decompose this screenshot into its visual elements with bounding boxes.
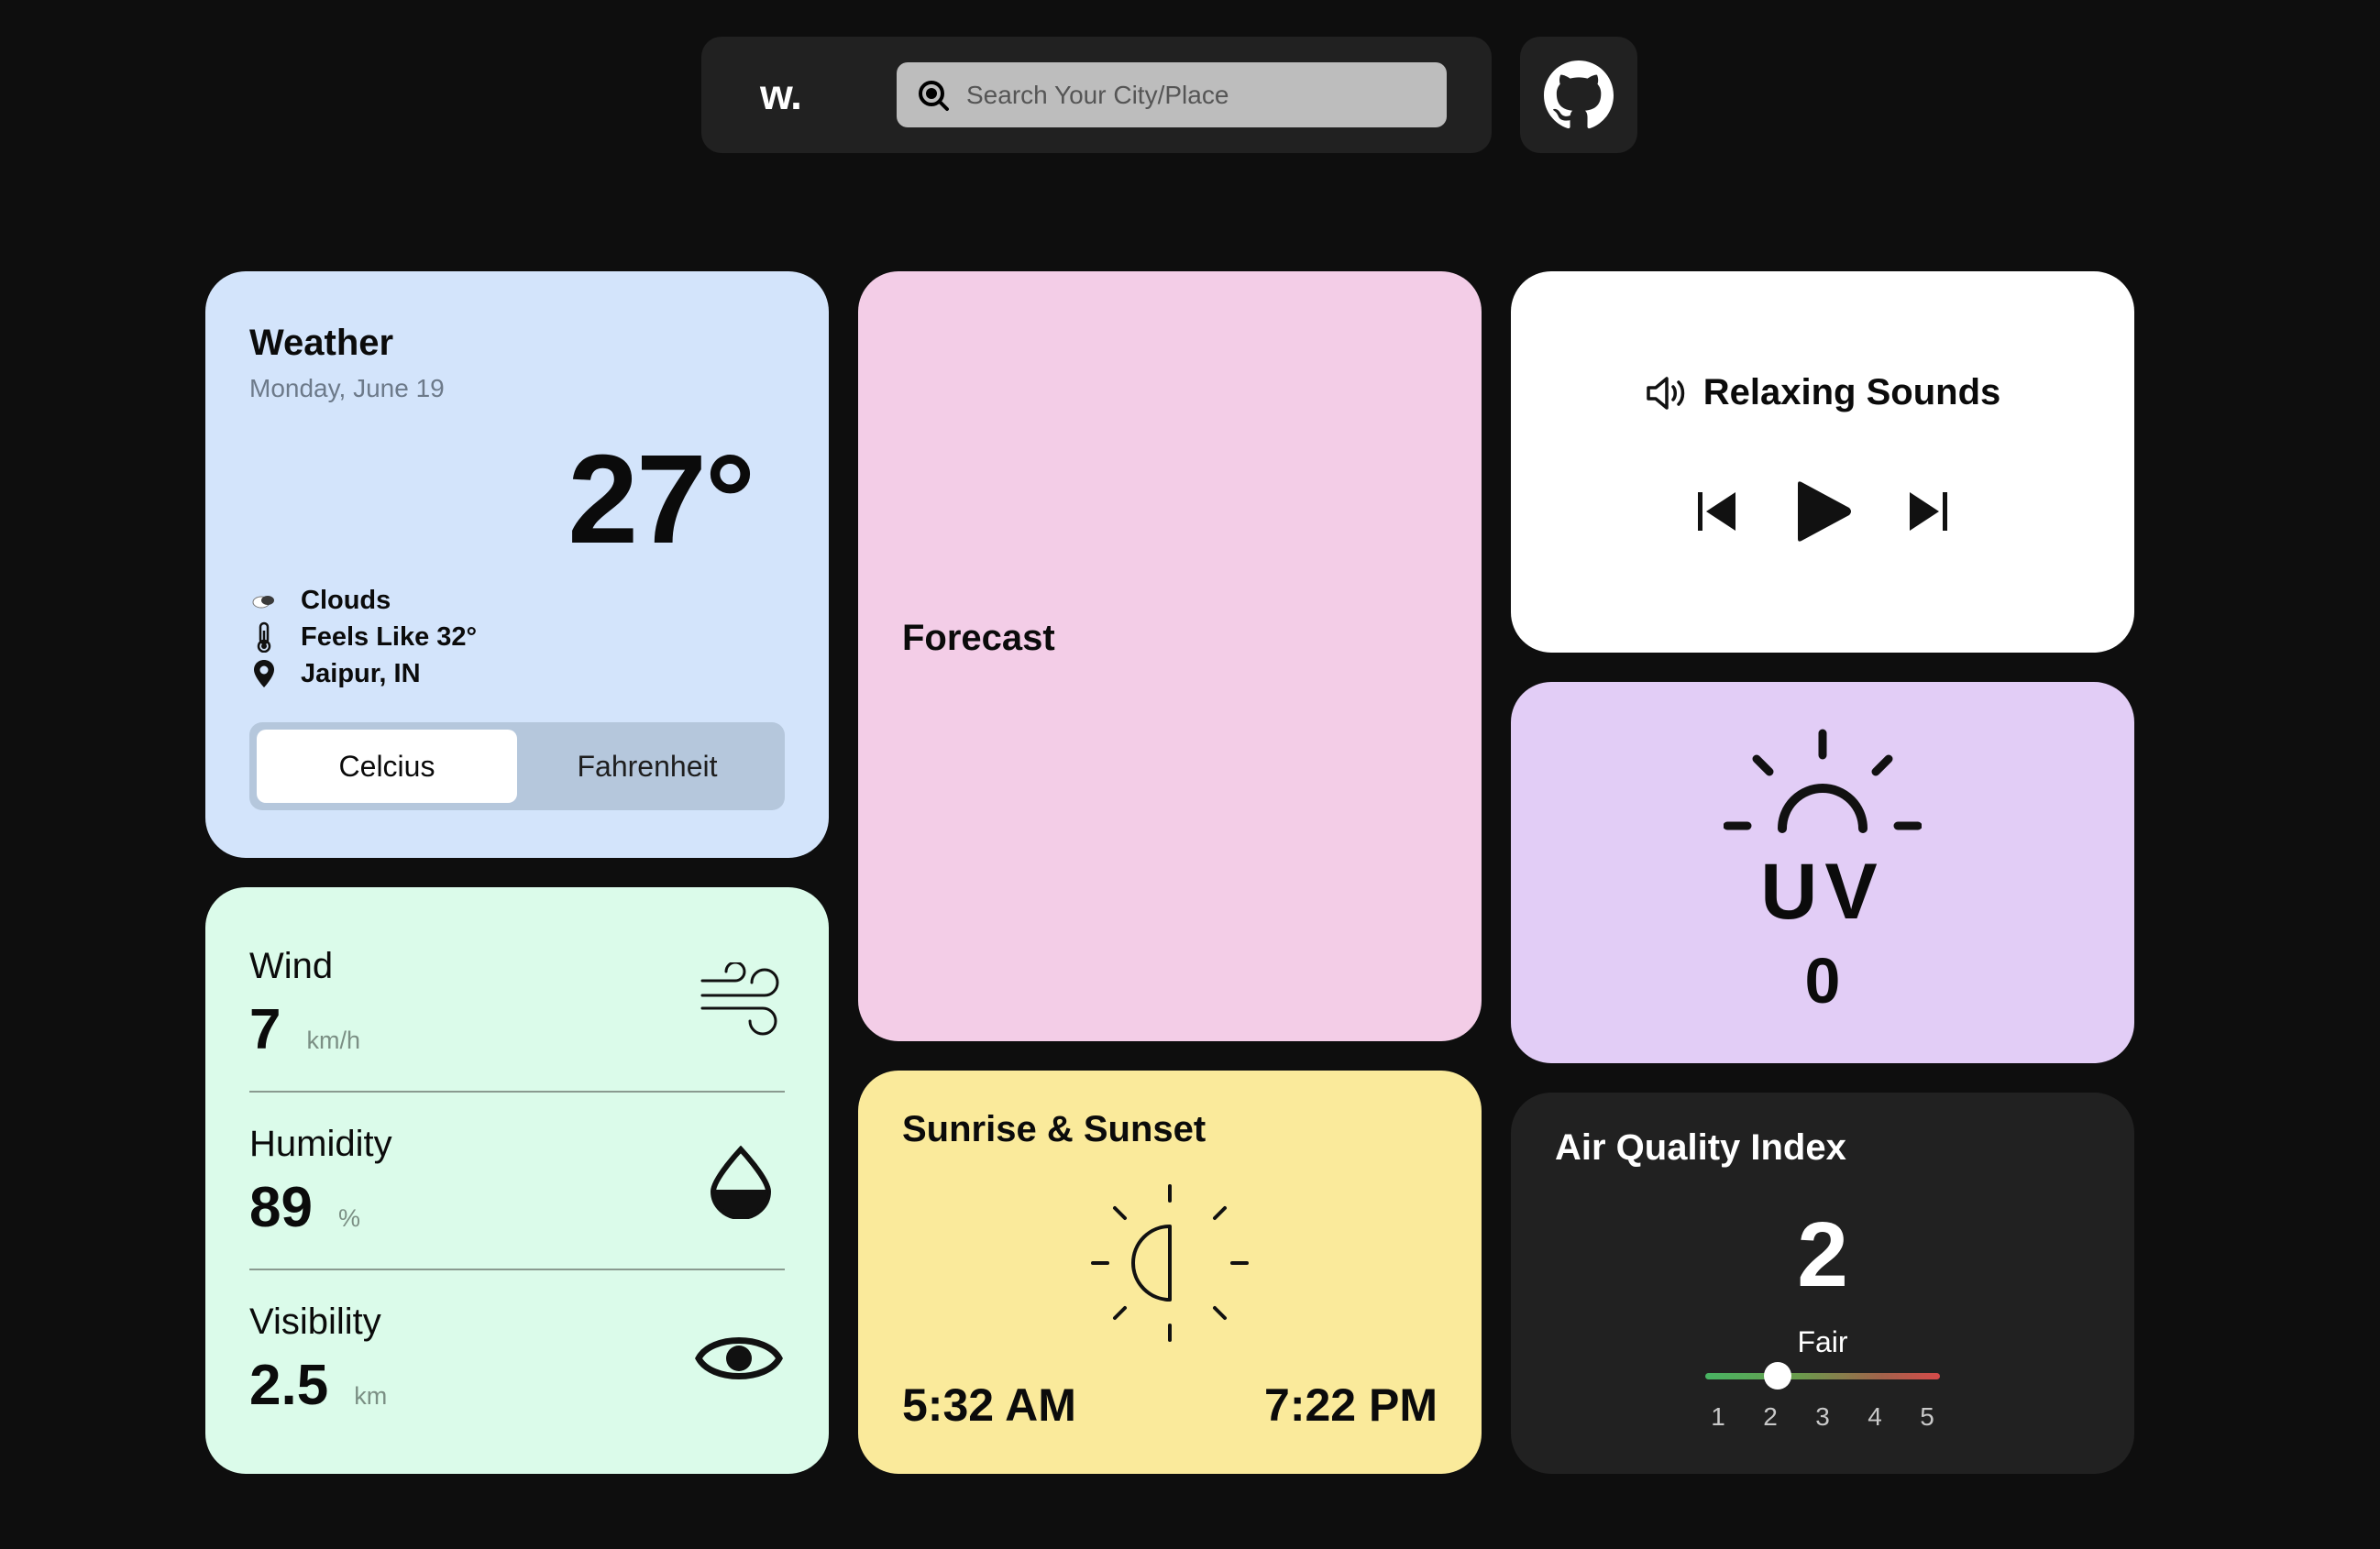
aqi-tick-label: 2	[1763, 1402, 1778, 1431]
play-icon	[1798, 481, 1851, 542]
humidity-value: 89	[249, 1176, 313, 1239]
app-logo[interactable]: w.	[760, 37, 802, 153]
top-bar: w.	[701, 37, 1492, 153]
skip-next-icon	[1910, 492, 1947, 531]
aqi-indicator	[1764, 1362, 1791, 1390]
aqi-card: Air Quality Index 2 Fair 1 2 3 4 5	[1511, 1093, 2134, 1474]
sounds-card: Relaxing Sounds	[1511, 271, 2134, 653]
sunrise-time: 5:32 AM	[902, 1379, 1076, 1431]
sunrise-uv-icon	[1724, 729, 1922, 833]
half-sun-icon	[1091, 1184, 1249, 1342]
wind-value: 7	[249, 998, 281, 1061]
forecast-card: Forecast	[858, 271, 1482, 1041]
location-row: Jaipur, IN	[249, 658, 421, 689]
celsius-option[interactable]: Celcius	[257, 730, 517, 803]
location-text: Jaipur, IN	[301, 658, 421, 688]
feels-like-row: Feels Like 32°	[249, 621, 477, 653]
sunset-time: 7:22 PM	[1264, 1379, 1438, 1431]
aqi-tick-label: 4	[1868, 1402, 1882, 1431]
stats-divider	[249, 1091, 785, 1093]
stats-divider	[249, 1269, 785, 1270]
humidity-unit: %	[337, 1204, 360, 1232]
search-icon	[919, 80, 949, 111]
visibility-unit: km	[354, 1382, 388, 1410]
visibility-value: 2.5	[249, 1354, 329, 1417]
location-pin-icon	[249, 658, 279, 689]
sounds-title: Relaxing Sounds	[1702, 372, 2001, 412]
condition-text: Clouds	[301, 585, 391, 615]
eye-icon	[695, 1337, 783, 1379]
aqi-title: Air Quality Index	[1555, 1127, 1846, 1168]
github-button[interactable]	[1520, 37, 1637, 153]
next-button[interactable]	[1906, 489, 1950, 533]
aqi-tick-label: 5	[1920, 1402, 1934, 1431]
condition-row: Clouds	[249, 585, 391, 616]
forecast-title: Forecast	[902, 618, 1055, 658]
speaker-icon	[1647, 376, 1684, 410]
weather-date: Monday, June 19	[249, 374, 445, 402]
wind-value-row: 7 km/h	[249, 997, 360, 1062]
aqi-value: 2	[1797, 1203, 1848, 1306]
wind-unit: km/h	[306, 1027, 360, 1054]
visibility-value-row: 2.5 km	[249, 1353, 387, 1418]
wind-icon	[700, 962, 779, 1036]
sun-title: Sunrise & Sunset	[902, 1109, 1207, 1149]
github-icon	[1544, 60, 1614, 128]
visibility-label: Visibility	[249, 1302, 381, 1342]
uv-label: UV	[1760, 848, 1885, 936]
search-input[interactable]	[966, 67, 1443, 123]
unit-toggle: Celcius Fahrenheit	[249, 722, 785, 810]
aqi-category: Fair	[1797, 1325, 1848, 1358]
cloud-icon	[249, 585, 279, 616]
feels-like-text: Feels Like 32°	[301, 621, 478, 652]
play-button[interactable]	[1792, 480, 1853, 543]
wind-label: Wind	[249, 946, 334, 986]
aqi-tick-label: 1	[1711, 1402, 1725, 1431]
aqi-scale: 1 2 3 4 5	[1705, 1362, 1940, 1431]
weather-title: Weather	[249, 323, 394, 363]
humidity-label: Humidity	[249, 1124, 392, 1164]
humidity-value-row: 89 %	[249, 1175, 360, 1240]
aqi-gradient-bar	[1705, 1373, 1940, 1379]
uv-card: UV 0	[1511, 682, 2134, 1063]
temperature-value: 27°	[567, 429, 755, 570]
stats-card: Wind 7 km/h Humidity 89 % Visibility 2.5…	[205, 887, 829, 1474]
sun-card: Sunrise & Sunset 5:32 AM 7:22 PM	[858, 1071, 1482, 1474]
water-drop-icon	[710, 1146, 772, 1219]
previous-button[interactable]	[1695, 489, 1739, 533]
sounds-header: Relaxing Sounds	[1511, 372, 2134, 413]
weather-card: Weather Monday, June 19 27° Clouds Feels…	[205, 271, 829, 858]
uv-value: 0	[1804, 945, 1841, 1016]
thermometer-icon	[249, 621, 279, 653]
aqi-tick-label: 3	[1815, 1402, 1830, 1431]
skip-previous-icon	[1698, 492, 1735, 531]
fahrenheit-option[interactable]: Fahrenheit	[517, 730, 777, 803]
search-box[interactable]	[897, 62, 1447, 127]
sound-controls	[1511, 480, 2134, 543]
